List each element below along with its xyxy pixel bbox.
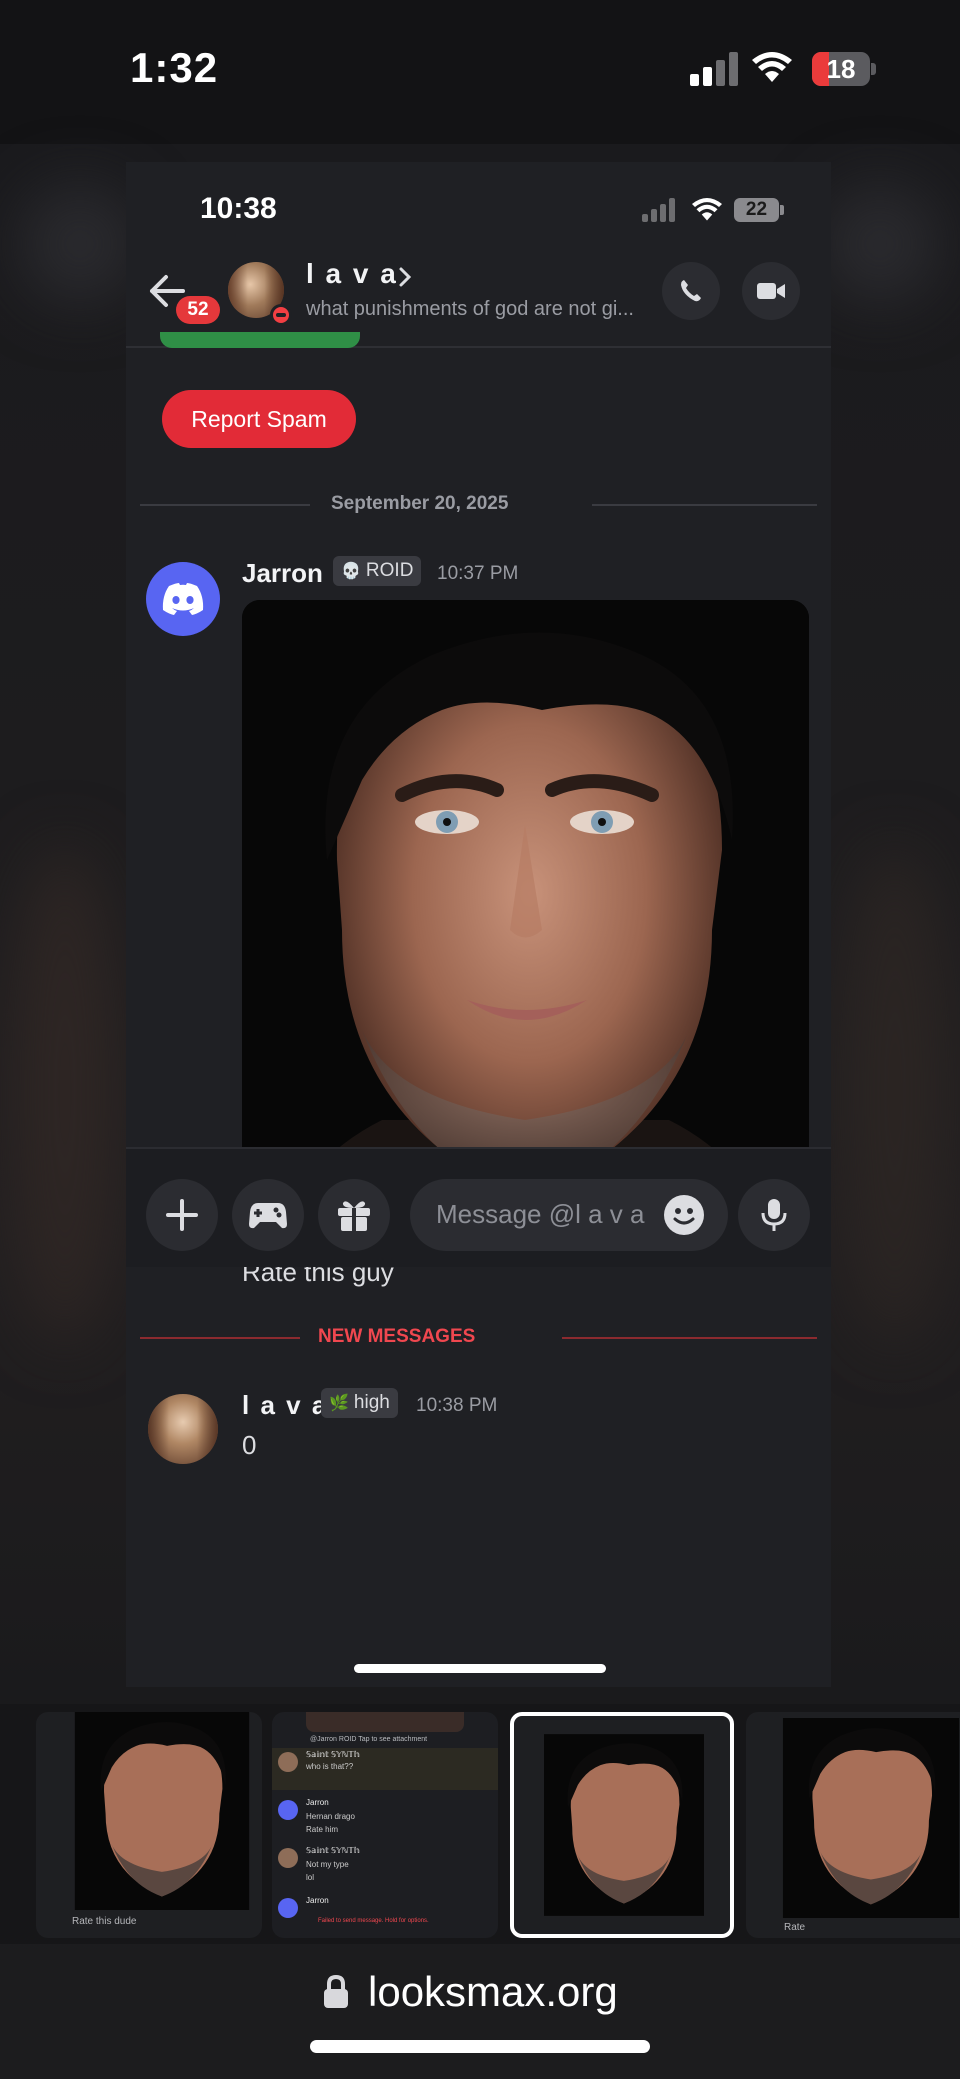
thumbnail-face — [782, 1718, 960, 1918]
report-spam-button[interactable]: Report Spam — [162, 390, 356, 448]
thumbnail-face — [544, 1734, 704, 1916]
inner-clock: 10:38 — [200, 192, 277, 225]
inner-battery-level: 22 — [745, 199, 768, 220]
message-timestamp: 10:37 PM — [437, 563, 519, 584]
add-attachment-button[interactable] — [146, 1179, 218, 1251]
thumbnail-2[interactable]: @Jarron ROID Tap to see attachment 𝕊𝕒𝕚𝕟𝕥… — [272, 1712, 498, 1938]
thumbnail-caption: Rate this dude — [72, 1916, 137, 1927]
gift-icon — [338, 1201, 370, 1231]
thumbnail-row-text: Not my type lol — [306, 1860, 349, 1882]
thumbnail-row-author: 𝕊𝕒𝕚𝕟𝕥 𝕊𝕐ℕ𝕋𝕙 — [306, 1750, 360, 1759]
leaf-icon: 🌿 — [329, 1395, 349, 1412]
home-indicator — [310, 2040, 650, 2053]
new-messages-label: NEW MESSAGES — [318, 1326, 476, 1347]
video-call-button[interactable] — [742, 262, 800, 320]
voice-message-button[interactable] — [738, 1179, 810, 1251]
emoji-button[interactable] — [664, 1195, 704, 1235]
device-status-bar: 1:32 18 — [0, 0, 960, 144]
gift-button[interactable] — [318, 1179, 390, 1251]
inner-home-indicator — [354, 1664, 606, 1673]
message-input[interactable]: Message @l a v a — [410, 1179, 728, 1251]
message-text: 0 — [242, 1430, 257, 1460]
plus-icon — [166, 1199, 198, 1231]
gamepad-icon — [249, 1203, 287, 1229]
url-domain[interactable]: looksmax.org — [368, 1968, 618, 2016]
thumbnail-error: Failed to send message. Hold for options… — [318, 1918, 429, 1924]
media-thumbnail-strip: Rate this dude @Jarron ROID Tap to see a… — [0, 1704, 960, 1944]
cellular-signal-icon — [690, 52, 738, 86]
thumbnail-row-author: Jarron — [306, 1798, 329, 1807]
activities-button[interactable] — [232, 1179, 304, 1251]
new-messages-divider-right — [562, 1337, 817, 1339]
video-camera-icon — [757, 283, 785, 299]
voice-call-button[interactable] — [662, 262, 720, 320]
device-clock: 1:32 — [130, 44, 219, 91]
battery-level: 18 — [826, 54, 856, 84]
discord-logo-icon — [162, 583, 204, 615]
message-composer: Message @l a v a — [126, 1147, 831, 1267]
inner-signal-icon — [642, 198, 678, 222]
contact-name[interactable]: l a v a — [306, 258, 398, 290]
unread-badge: 52 — [176, 296, 220, 324]
new-messages-divider-left — [140, 1337, 300, 1339]
discord-avatar[interactable] — [146, 562, 220, 636]
skull-icon: 💀 — [341, 563, 361, 580]
smiley-icon — [673, 1208, 695, 1225]
wifi-icon — [752, 52, 792, 82]
chevron-right-icon — [399, 267, 412, 287]
dnd-status-icon — [270, 304, 292, 326]
contact-custom-status: what punishments of god are not gi... — [306, 298, 634, 320]
inner-wifi-icon — [692, 198, 722, 221]
date-divider-left — [140, 504, 310, 506]
battery-icon: 18 — [812, 52, 876, 86]
date-divider-right — [592, 504, 817, 506]
message-timestamp: 10:38 PM — [416, 1395, 498, 1416]
thumbnail-row-author: Jarron — [306, 1896, 329, 1905]
author-tag-label: high — [353, 1392, 390, 1413]
author-tag: 💀 ROID — [333, 556, 422, 586]
message-author[interactable]: l a v a — [242, 1390, 328, 1421]
thumbnail-1[interactable]: Rate this dude — [36, 1712, 262, 1938]
message-placeholder: Message @l a v a — [436, 1199, 645, 1229]
thumbnail-row-text: Hernan drago Rate him — [306, 1812, 355, 1834]
thumbnail-caption: Rate — [784, 1922, 806, 1933]
thumbnail-3-selected[interactable] — [510, 1712, 734, 1938]
green-button-edge — [160, 332, 360, 348]
inner-battery-icon: 22 — [734, 198, 784, 222]
thumbnail-row-author: 𝕊𝕒𝕚𝕟𝕥 𝕊𝕐ℕ𝕋𝕙 — [306, 1846, 360, 1855]
thumbnail-face — [74, 1712, 250, 1910]
phone-icon — [681, 280, 701, 302]
thumbnail-reply-header: @Jarron ROID Tap to see attachment — [310, 1736, 428, 1743]
date-divider-label: September 20, 2025 — [331, 493, 509, 514]
author-tag-label: ROID — [365, 560, 414, 581]
thumbnail-row-text: who is that?? — [306, 1762, 354, 1771]
microphone-icon — [761, 1199, 787, 1231]
author-tag: 🌿 high — [321, 1388, 398, 1418]
lock-icon — [324, 1974, 348, 2008]
message-author[interactable]: Jarron — [242, 558, 323, 589]
lava-avatar[interactable] — [148, 1394, 218, 1464]
browser-url-bar[interactable]: looksmax.org — [0, 1944, 960, 2079]
thumbnail-4[interactable]: Rate — [746, 1712, 960, 1938]
discord-screenshot: 10:38 22 52 l a v a what punishments of … — [126, 162, 831, 1687]
